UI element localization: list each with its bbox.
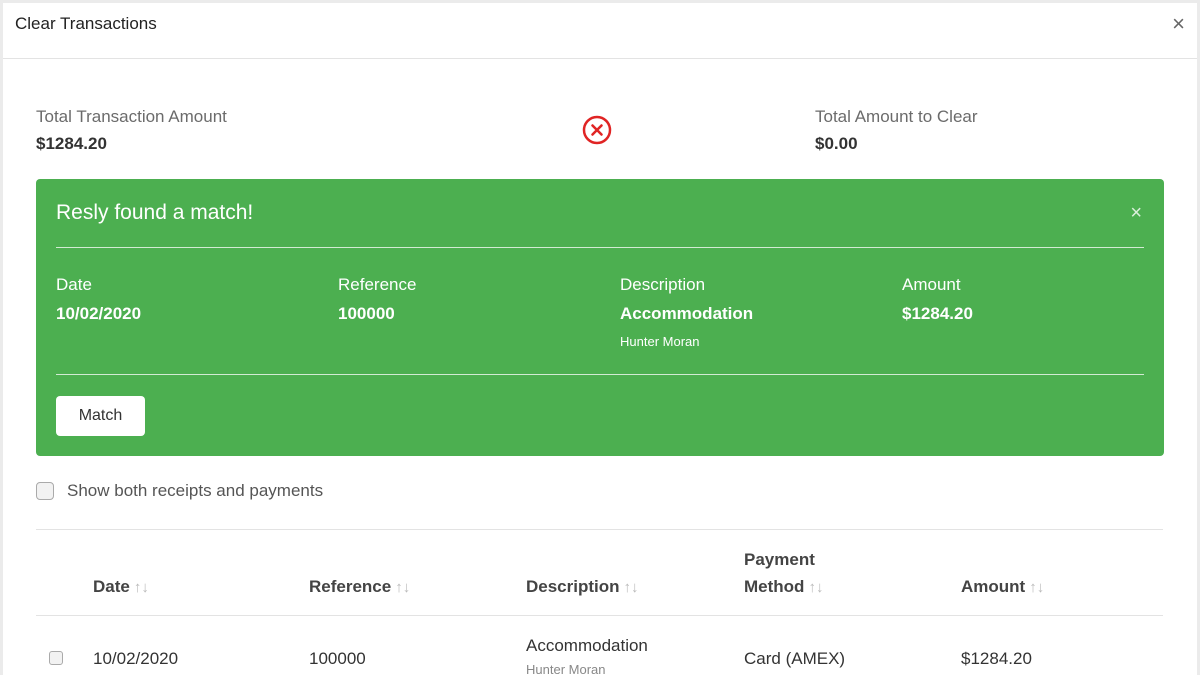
- match-amount-label: Amount: [902, 275, 961, 294]
- match-date-value: 10/02/2020: [56, 304, 142, 323]
- dismiss-match-close-icon[interactable]: ×: [1130, 203, 1142, 223]
- row-date: 10/02/2020: [93, 649, 179, 668]
- column-header-payment-label: Payment: [744, 550, 815, 569]
- match-date: Date 10/02/2020: [56, 275, 141, 324]
- column-header-description[interactable]: Description ↑↓: [526, 573, 639, 601]
- total-transaction-label: Total Transaction Amount: [36, 107, 227, 126]
- match-button[interactable]: Match: [56, 396, 145, 436]
- row-select-checkbox[interactable]: [49, 651, 63, 665]
- sort-arrows-icon: ↑↓: [133, 579, 149, 596]
- match-reference: Reference 100000: [338, 275, 416, 324]
- column-header-reference[interactable]: Reference ↑↓: [309, 573, 410, 601]
- column-header-reference-label: Reference: [309, 577, 392, 596]
- column-header-payment-method[interactable]: Payment Method ↑↓: [744, 546, 823, 601]
- show-both-label: Show both receipts and payments: [67, 481, 324, 500]
- match-description-value: Accommodation: [620, 304, 754, 323]
- row-reference: 100000: [309, 649, 366, 668]
- total-amount-to-clear: Total Amount to Clear $0.00: [815, 107, 978, 154]
- match-description-guest: Hunter Moran: [620, 334, 700, 349]
- sort-arrows-icon: ↑↓: [623, 579, 639, 596]
- row-description-value: Accommodation: [526, 636, 648, 655]
- match-description: Description Accommodation Hunter Moran: [620, 275, 753, 349]
- match-amount-value: $1284.20: [902, 304, 973, 323]
- match-reference-value: 100000: [338, 304, 395, 323]
- modal-header: Clear Transactions ×: [3, 3, 1197, 59]
- column-header-description-label: Description: [526, 577, 620, 596]
- match-description-label: Description: [620, 275, 706, 294]
- close-icon[interactable]: ×: [1172, 13, 1185, 35]
- row-payment-method: Card (AMEX): [744, 649, 846, 668]
- row-amount: $1284.20: [961, 649, 1032, 668]
- x-circle-icon: [582, 115, 612, 145]
- total-transaction-amount: Total Transaction Amount $1284.20: [36, 107, 227, 154]
- sort-arrows-icon: ↑↓: [1029, 579, 1045, 596]
- column-header-date[interactable]: Date ↑↓: [93, 573, 149, 601]
- match-title: Resly found a match!: [56, 201, 254, 224]
- table-header-divider: [36, 615, 1163, 616]
- match-divider-bottom: [56, 374, 1144, 375]
- sort-arrows-icon: ↑↓: [808, 579, 824, 596]
- total-transaction-value: $1284.20: [36, 134, 107, 153]
- show-receipts-payments-toggle[interactable]: Show both receipts and payments: [36, 481, 323, 501]
- column-header-amount-label: Amount: [961, 577, 1026, 596]
- total-clear-label: Total Amount to Clear: [815, 107, 978, 126]
- show-both-checkbox[interactable]: [36, 482, 54, 500]
- row-description-guest: Hunter Moran: [526, 662, 606, 675]
- sort-arrows-icon: ↑↓: [395, 579, 411, 596]
- column-header-method-label: Method: [744, 577, 805, 596]
- column-header-date-label: Date: [93, 577, 130, 596]
- column-header-amount[interactable]: Amount ↑↓: [961, 573, 1044, 601]
- match-date-label: Date: [56, 275, 92, 294]
- modal-title: Clear Transactions: [15, 14, 157, 33]
- match-found-panel: Resly found a match! × Date 10/02/2020 R…: [36, 179, 1164, 456]
- match-reference-label: Reference: [338, 275, 417, 294]
- table-top-divider: [36, 529, 1163, 530]
- match-amount: Amount $1284.20: [902, 275, 973, 324]
- totals-section: Total Transaction Amount $1284.20 Total …: [3, 59, 1197, 179]
- clear-transactions-modal: Clear Transactions × Total Transaction A…: [3, 3, 1197, 675]
- total-clear-value: $0.00: [815, 134, 858, 153]
- row-description: Accommodation Hunter Moran: [526, 636, 648, 675]
- match-divider-top: [56, 247, 1144, 248]
